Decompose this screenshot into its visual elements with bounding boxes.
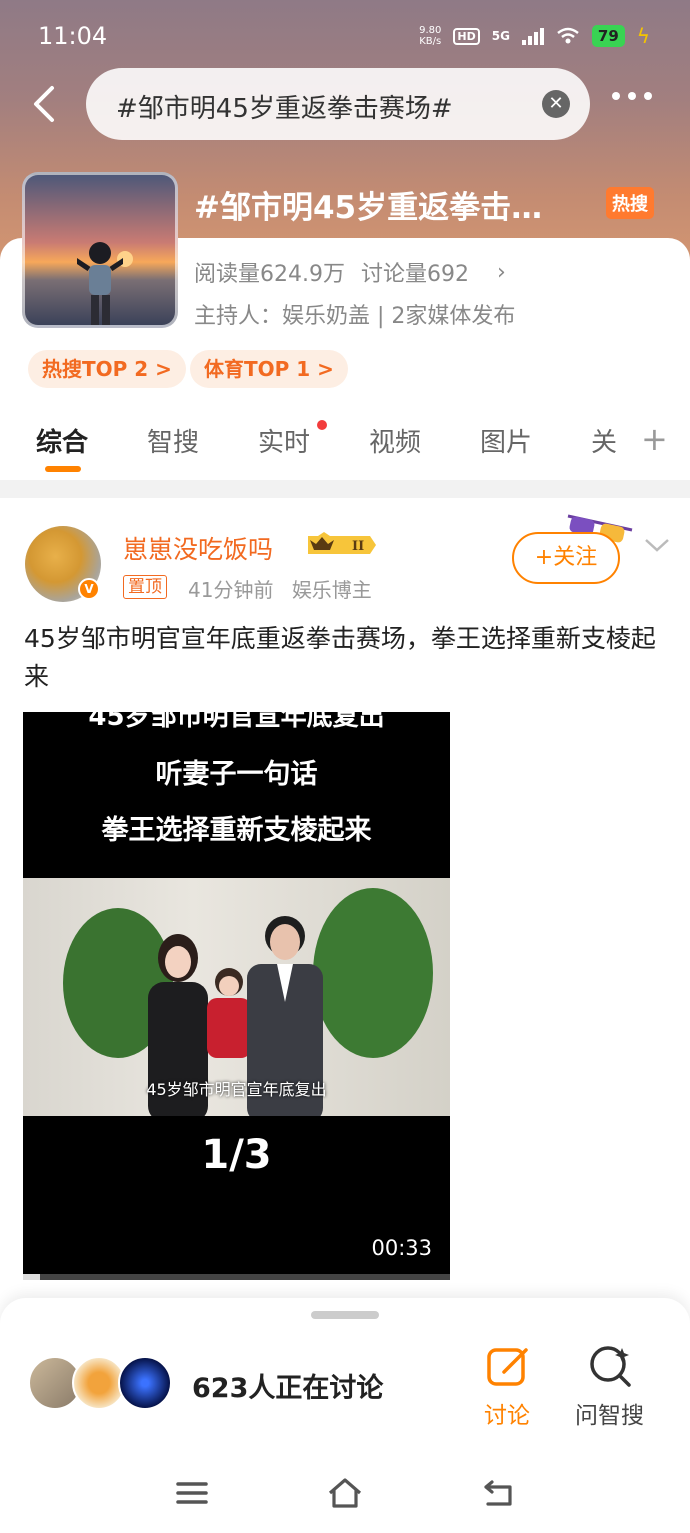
search-query: #邹市明45岁重返拳击赛场# [116, 94, 453, 124]
tab-video[interactable]: 视频 [369, 422, 421, 459]
hot-search-rank-pill[interactable]: 热搜TOP 2 > [28, 350, 186, 388]
verified-icon: V [78, 578, 100, 600]
home-icon[interactable] [327, 1476, 363, 1510]
topic-cover-image [22, 172, 178, 328]
post-time: 41分钟前 [188, 578, 274, 602]
tab-general[interactable]: 综合 [36, 422, 88, 459]
back-icon[interactable] [480, 1476, 516, 1510]
battery-icon: 79 [591, 25, 625, 47]
wifi-icon [557, 27, 579, 44]
realtime-notification-dot [317, 420, 327, 430]
search-input[interactable]: #邹市明45岁重返拳击赛场# ✕ [86, 68, 590, 140]
svg-text:II: II [352, 539, 364, 554]
status-icons: 9.80 KB/s HD 5G 79 ϟ [419, 24, 650, 48]
hd-icon: HD [453, 27, 480, 45]
more-options-icon[interactable] [612, 92, 652, 100]
back-arrow-icon[interactable] [26, 84, 66, 124]
menu-icon[interactable] [174, 1476, 210, 1510]
signal-icon [521, 27, 544, 45]
video-page-counter: 1/3 [201, 1132, 272, 1178]
post-role: 娱乐博主 [291, 578, 372, 602]
smart-search-icon[interactable] [588, 1344, 632, 1388]
post-meta: 41分钟前 娱乐博主 [188, 574, 372, 603]
topic-stats[interactable]: 阅读量624.9万 讨论量692 › [194, 256, 506, 288]
vip-level-badge: II [308, 532, 376, 554]
tab-images[interactable]: 图片 [480, 422, 532, 459]
section-divider [0, 480, 690, 498]
topic-title: #邹市明45岁重返拳击… [194, 190, 543, 226]
add-tab-icon[interactable]: + [641, 420, 668, 458]
discuss-button[interactable]: 讨论 [484, 1396, 530, 1430]
tab-related[interactable]: 关 [591, 422, 617, 459]
post-username[interactable]: 崽崽没吃饭吗 [123, 530, 273, 566]
sheet-drag-handle[interactable] [311, 1311, 379, 1319]
ask-smart-search-button[interactable]: 问智搜 [575, 1396, 644, 1430]
read-count: 阅读量624.9万 [194, 262, 345, 287]
video-caption-top: 45岁邹市明官宣年底复出 [88, 712, 385, 732]
hot-search-badge: 热搜 [606, 187, 654, 219]
discussing-count[interactable]: 623人正在讨论 [192, 1366, 383, 1405]
topic-host: 主持人：娱乐奶盖 | 2家媒体发布 [194, 304, 516, 329]
status-bar: 11:04 9.80 KB/s HD 5G 79 ϟ [0, 0, 690, 72]
tab-realtime[interactable]: 实时 [258, 422, 310, 459]
participant-avatar [118, 1356, 172, 1410]
discussion-count: 讨论量692 [360, 262, 469, 287]
content-tabs: 综合 智搜 实时 视频 图片 关 [0, 416, 690, 476]
video-frame: 45岁邹市明官宣年底复出 [23, 878, 450, 1116]
charging-icon: ϟ [636, 24, 650, 48]
video-progress-bar[interactable] [23, 1274, 450, 1280]
active-tab-indicator [45, 466, 81, 472]
video-duration: 00:33 [371, 1236, 432, 1260]
chevron-down-icon[interactable] [644, 534, 670, 556]
video-caption-line2: 拳王选择重新支棱起来 [101, 815, 372, 846]
clear-icon[interactable]: ✕ [542, 90, 570, 118]
video-caption-line1: 听妻子一句话 [155, 759, 318, 790]
video-progress-fill [23, 1274, 41, 1280]
tab-smart-search[interactable]: 智搜 [147, 422, 199, 459]
status-time: 11:04 [38, 22, 108, 50]
child-silhouette [77, 242, 123, 325]
video-frame-caption: 45岁邹市明官宣年底复出 [146, 1080, 327, 1099]
sports-rank-pill[interactable]: 体育TOP 1 > [190, 350, 348, 388]
network-type: 5G [491, 29, 510, 43]
chevron-right-icon: › [496, 259, 506, 285]
compose-icon[interactable] [486, 1344, 530, 1388]
pinned-tag: 置顶 [123, 575, 167, 599]
post-text[interactable]: 45岁邹市明官宣年底重返拳击赛场，拳王选择重新支棱起来 [24, 620, 668, 696]
video-player[interactable]: 45岁邹市明官宣年底复出 听妻子一句话 拳王选择重新支棱起来 45岁邹市明官宣年… [23, 712, 450, 1280]
follow-button[interactable]: +关注 [512, 532, 620, 584]
network-speed: 9.80 KB/s [419, 25, 442, 47]
